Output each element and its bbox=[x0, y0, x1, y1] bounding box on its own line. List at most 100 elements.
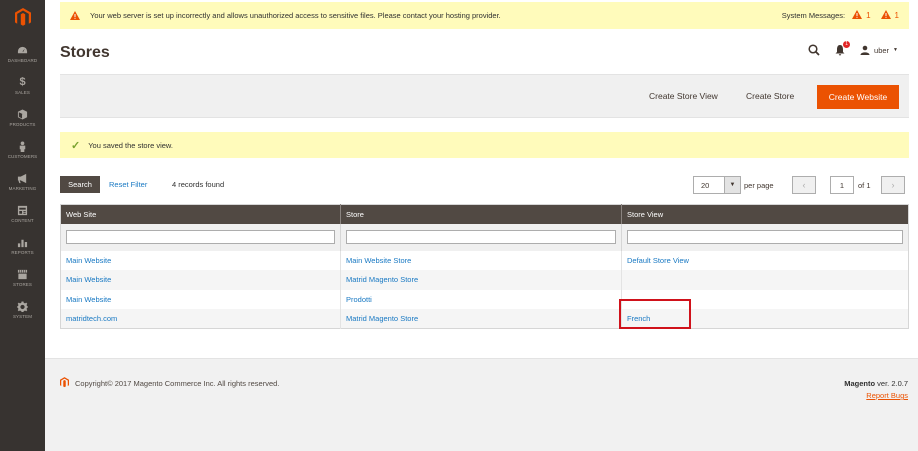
grid-filter-row bbox=[60, 223, 909, 251]
stores-grid: Web Site Store Store View Main Website M… bbox=[60, 204, 909, 329]
critical-warning-icon[interactable] bbox=[852, 10, 863, 21]
nav-reports[interactable]: REPORTS bbox=[0, 230, 45, 262]
nav-content[interactable]: CONTENT bbox=[0, 198, 45, 230]
next-page-button[interactable]: › bbox=[881, 176, 905, 194]
dashboard-icon bbox=[17, 46, 28, 54]
nav-products[interactable]: PRODUCTS bbox=[0, 102, 45, 134]
column-header-store[interactable]: Store bbox=[340, 204, 622, 224]
magento-logo[interactable] bbox=[0, 0, 45, 38]
filter-cell bbox=[340, 223, 622, 251]
create-website-button[interactable]: Create Website bbox=[817, 85, 899, 109]
chevron-right-icon: › bbox=[891, 180, 895, 190]
page-title: Stores bbox=[60, 44, 110, 61]
nav-label: STORES bbox=[12, 282, 33, 287]
success-message-text: You saved the store view. bbox=[88, 140, 173, 150]
notifications-bell-icon[interactable]: 1 bbox=[834, 41, 851, 56]
page-footer: Copyright© 2017 Magento Commerce Inc. Al… bbox=[45, 358, 918, 451]
reset-filter-link[interactable]: Reset Filter bbox=[109, 180, 147, 189]
main-content: Your web server is set up incorrectly an… bbox=[45, 0, 918, 451]
store-link[interactable]: Matrid Magento Store bbox=[346, 275, 418, 284]
page-total-label: of 1 bbox=[858, 181, 871, 190]
notifications-count-badge: 1 bbox=[843, 41, 851, 48]
per-page-select[interactable]: 20 ▼ bbox=[693, 176, 741, 194]
previous-page-button[interactable]: ‹ bbox=[792, 176, 816, 194]
table-row: Main Website Main Website Store Default … bbox=[60, 250, 909, 270]
gear-icon bbox=[17, 301, 28, 312]
web-site-cell: matridtech.com bbox=[60, 309, 341, 329]
page-number-input[interactable]: 1 bbox=[830, 176, 854, 194]
filter-cell bbox=[60, 223, 341, 251]
nav-label: CUSTOMERS bbox=[7, 154, 38, 159]
system-messages-bar: Your web server is set up incorrectly an… bbox=[60, 2, 909, 29]
web-site-link[interactable]: Main Website bbox=[66, 256, 111, 265]
search-icon[interactable] bbox=[808, 44, 820, 56]
store-filter-input[interactable] bbox=[346, 230, 616, 244]
nav-dashboard[interactable]: DASHBOARD bbox=[0, 38, 45, 70]
major-warning-icon[interactable] bbox=[880, 10, 891, 21]
web-site-link[interactable]: Main Website bbox=[66, 275, 111, 284]
chevron-left-icon: ‹ bbox=[802, 180, 806, 190]
critical-count[interactable]: 1 bbox=[866, 11, 870, 20]
create-store-button[interactable]: Create Store bbox=[746, 91, 794, 101]
web-site-link[interactable]: Main Website bbox=[66, 295, 111, 304]
user-menu[interactable]: uber ▼ bbox=[860, 45, 898, 55]
nav-label: PRODUCTS bbox=[9, 122, 36, 127]
column-header-web-site[interactable]: Web Site bbox=[60, 204, 341, 224]
user-icon bbox=[860, 45, 870, 55]
warning-icon bbox=[70, 11, 80, 20]
column-header-store-view[interactable]: Store View bbox=[621, 204, 909, 224]
content-icon bbox=[17, 205, 28, 216]
system-messages-summary: System Messages: 1 1 bbox=[782, 10, 899, 21]
grid-header-row: Web Site Store Store View bbox=[60, 204, 909, 224]
web-site-link[interactable]: matridtech.com bbox=[66, 314, 117, 323]
store-link[interactable]: Prodotti bbox=[346, 295, 372, 304]
admin-sidebar: DASHBOARD $ SALES PRODUCTS CUSTOMERS MAR… bbox=[0, 0, 45, 451]
web-site-cell: Main Website bbox=[60, 270, 341, 290]
chevron-down-icon[interactable]: ▼ bbox=[724, 177, 740, 193]
store-icon bbox=[17, 269, 28, 280]
copyright-text: Copyright© 2017 Magento Commerce Inc. Al… bbox=[75, 379, 280, 388]
store-link[interactable]: Matrid Magento Store bbox=[346, 314, 418, 323]
magento-logo-icon bbox=[14, 8, 31, 26]
nav-sales[interactable]: $ SALES bbox=[0, 70, 45, 102]
nav-marketing[interactable]: MARKETING bbox=[0, 166, 45, 198]
per-page-label: per page bbox=[744, 181, 774, 190]
search-button[interactable]: Search bbox=[60, 176, 100, 193]
web-site-cell: Main Website bbox=[60, 250, 341, 270]
nav-label: SALES bbox=[14, 90, 30, 95]
grid-controls: Search Reset Filter 4 records found 20 ▼… bbox=[60, 176, 909, 194]
version-info: Magento ver. 2.0.7 bbox=[844, 379, 908, 388]
report-bugs-link[interactable]: Report Bugs bbox=[866, 391, 908, 400]
store-view-filter-input[interactable] bbox=[627, 230, 903, 244]
filter-cell bbox=[621, 223, 909, 251]
system-message-text: Your web server is set up incorrectly an… bbox=[90, 11, 501, 20]
chevron-down-icon: ▼ bbox=[893, 47, 898, 53]
web-site-filter-input[interactable] bbox=[66, 230, 335, 244]
store-view-link[interactable]: Default Store View bbox=[627, 256, 689, 265]
table-row: matridtech.com Matrid Magento Store Fren… bbox=[60, 309, 909, 329]
store-link[interactable]: Main Website Store bbox=[346, 256, 411, 265]
create-store-view-button[interactable]: Create Store View bbox=[649, 91, 718, 101]
nav-customers[interactable]: CUSTOMERS bbox=[0, 134, 45, 166]
megaphone-icon bbox=[17, 173, 27, 184]
nav-label: SYSTEM bbox=[12, 314, 33, 319]
store-view-cell: Default Store View bbox=[621, 250, 909, 270]
nav-label: REPORTS bbox=[11, 250, 34, 255]
version-text: ver. 2.0.7 bbox=[875, 379, 908, 388]
nav-label: CONTENT bbox=[11, 218, 34, 223]
nav-label: MARKETING bbox=[8, 186, 37, 191]
major-count[interactable]: 1 bbox=[895, 11, 899, 20]
table-row: Main Website Prodotti bbox=[60, 289, 909, 309]
store-cell: Prodotti bbox=[340, 289, 622, 309]
nav-system[interactable]: SYSTEM bbox=[0, 294, 45, 326]
nav-stores[interactable]: STORES bbox=[0, 262, 45, 294]
store-view-link[interactable]: French bbox=[627, 314, 650, 323]
person-icon bbox=[19, 141, 26, 152]
cube-icon bbox=[17, 109, 28, 120]
magento-footer-logo-icon bbox=[60, 377, 69, 388]
brand-name: Magento bbox=[844, 379, 876, 388]
store-cell: Main Website Store bbox=[340, 250, 622, 270]
header-actions: 1 uber ▼ bbox=[808, 41, 898, 56]
records-found: 4 records found bbox=[172, 180, 225, 189]
table-row: Main Website Matrid Magento Store bbox=[60, 270, 909, 290]
